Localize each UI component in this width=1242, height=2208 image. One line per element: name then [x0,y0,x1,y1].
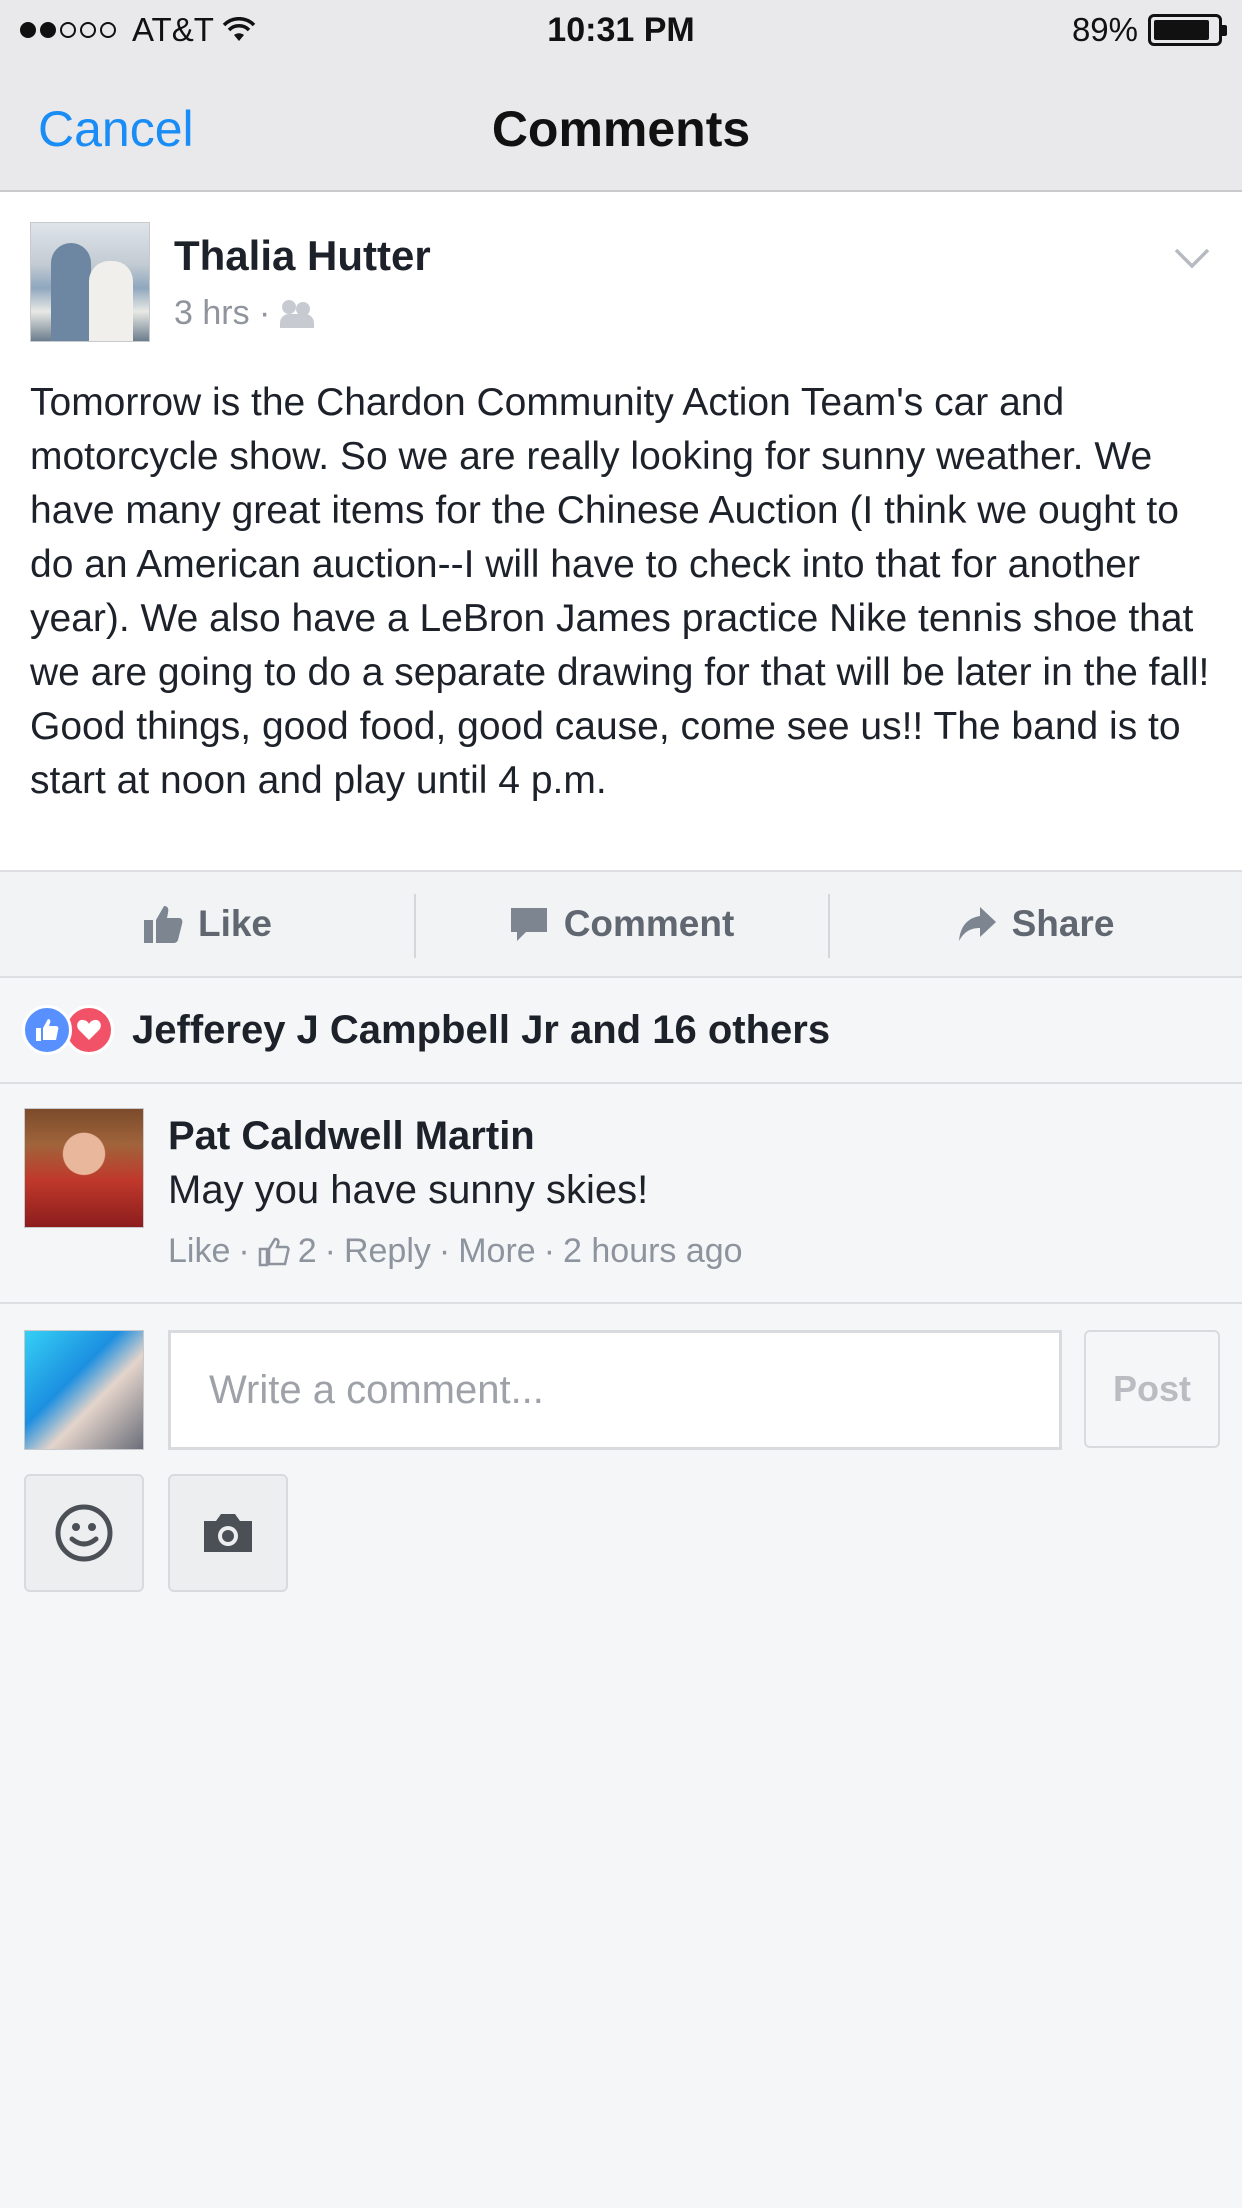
post-author-name[interactable]: Thalia Hutter [174,232,431,280]
separator: · [438,1232,451,1270]
status-time: 10:31 PM [547,10,695,49]
post-action-bar: Like Comment Share [0,870,1242,978]
share-button[interactable]: Share [828,872,1242,976]
emoji-button[interactable] [24,1474,144,1592]
status-left: AT&T [20,11,380,49]
comment-composer: Post [0,1304,1242,1614]
wifi-icon [222,17,256,41]
author-avatar[interactable] [30,222,150,342]
status-bar: AT&T 10:31 PM 89% [0,0,1242,60]
camera-icon [204,1514,252,1552]
battery-percent: 89% [1071,11,1138,48]
current-user-avatar [24,1330,144,1450]
comment-reply-link[interactable]: Reply [344,1232,431,1271]
like-reaction-icon [22,1005,72,1055]
share-label: Share [1011,903,1115,944]
post-card: Thalia Hutter 3 hrs · Tomorrow is the Ch… [0,192,1242,870]
chevron-down-icon[interactable] [1172,238,1212,278]
comment-text: May you have sunny skies! [168,1168,649,1212]
comment-author-name[interactable]: Pat Caldwell Martin [168,1114,535,1159]
post-button[interactable]: Post [1084,1330,1220,1448]
friends-icon [280,299,315,328]
like-button[interactable]: Like [0,872,414,976]
reactions-text: Jefferey J Campbell Jr and 16 others [132,1007,831,1052]
comment-like-count[interactable]: 2 [298,1232,317,1271]
comment-more-link[interactable]: More [458,1232,535,1271]
separator: · [543,1232,556,1270]
smiley-icon [55,1504,113,1562]
carrier-name: AT&T [132,11,214,48]
status-right: 89% [862,11,1227,49]
post-meta: 3 hrs · [174,294,315,333]
post-time[interactable]: 3 hrs · [174,294,270,333]
like-label: Like [197,903,273,944]
comment-like-link[interactable]: Like [168,1232,230,1271]
comment-item: Pat Caldwell Martin May you have sunny s… [0,1084,1242,1304]
signal-strength-icon [20,22,116,38]
separator: · [324,1232,336,1270]
thumbs-up-outline-icon [258,1237,290,1266]
comment-input[interactable] [168,1330,1062,1450]
commenter-avatar[interactable] [24,1108,144,1228]
battery-icon [1148,14,1227,46]
comment-label: Comment [563,903,735,944]
post-body-text: Tomorrow is the Chardon Community Action… [30,381,1210,802]
reaction-icons [22,1005,114,1055]
comment-meta: Like · 2 · Reply · More · 2 hours ago [168,1232,743,1271]
comment-icon [510,908,547,941]
share-arrow-icon [958,907,996,941]
comment-time: 2 hours ago [563,1232,743,1270]
separator: · [238,1232,250,1270]
navigation-bar: Cancel Comments [0,60,1242,192]
reactions-summary[interactable]: Jefferey J Campbell Jr and 16 others [0,978,1242,1084]
camera-button[interactable] [168,1474,288,1592]
cancel-button[interactable]: Cancel [38,100,194,158]
comment-button[interactable]: Comment [414,872,828,976]
thumbs-up-icon [143,906,183,943]
